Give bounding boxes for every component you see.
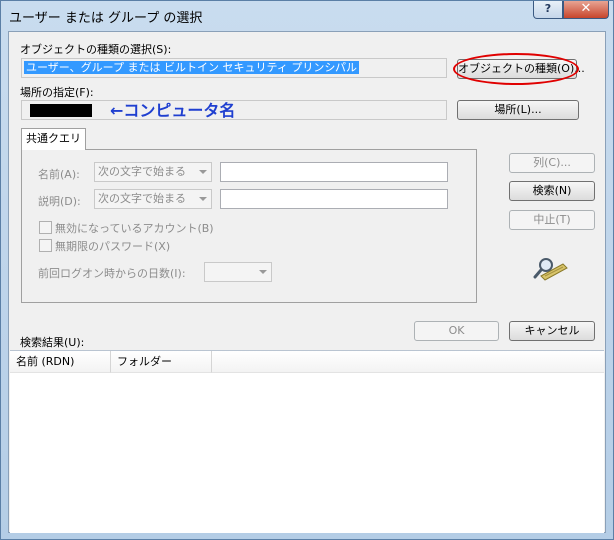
description-label: 説明(D): <box>38 195 81 208</box>
search-results-list[interactable]: 名前 (RDN) フォルダー <box>10 350 604 533</box>
disabled-accounts-checkbox[interactable] <box>39 221 52 234</box>
window-title: ユーザー または グループ の選択 <box>9 11 203 26</box>
name-input[interactable] <box>220 162 448 182</box>
object-types-field[interactable]: ユーザー、グループ または ビルトイン セキュリティ プリンシパル <box>21 58 447 78</box>
magnifier-search-icon <box>533 258 568 281</box>
description-input[interactable] <box>220 189 448 209</box>
search-results-label: 検索結果(U): <box>20 336 85 349</box>
chevron-down-icon <box>259 270 267 274</box>
common-queries-panel: 名前(A): 次の文字で始まる 説明(D): 次の文字で始まる 無効になっている… <box>21 149 477 303</box>
days-since-logon-select[interactable] <box>204 262 272 282</box>
object-types-label: オブジェクトの種類の選択(S): <box>20 43 172 56</box>
days-since-logon-label: 前回ログオン時からの日数(I): <box>38 267 186 280</box>
stop-button[interactable]: 中止(T) <box>509 210 595 230</box>
description-mode-value: 次の文字で始まる <box>98 192 186 205</box>
highlight-ellipse <box>453 53 579 85</box>
tab-common-queries[interactable]: 共通クエリ <box>21 128 86 150</box>
name-mode-select[interactable]: 次の文字で始まる <box>94 162 212 182</box>
computer-name-annotation: ←コンピュータ名 <box>110 101 236 120</box>
non-expiring-password-label: 無期限のパスワード(X) <box>55 240 171 253</box>
title-bar[interactable]: ユーザー または グループ の選択 ? ✕ <box>1 1 613 31</box>
locations-button[interactable]: 場所(L)... <box>457 100 579 120</box>
column-header-filler <box>212 351 604 373</box>
columns-button[interactable]: 列(C)... <box>509 153 595 173</box>
close-button[interactable]: ✕ <box>563 1 609 19</box>
cancel-button[interactable]: キャンセル <box>509 321 595 341</box>
description-mode-select[interactable]: 次の文字で始まる <box>94 189 212 209</box>
name-label: 名前(A): <box>38 168 80 181</box>
name-mode-value: 次の文字で始まる <box>98 165 186 178</box>
search-now-button[interactable]: 検索(N) <box>509 181 595 201</box>
ok-button[interactable]: OK <box>414 321 499 341</box>
object-types-value: ユーザー、グループ または ビルトイン セキュリティ プリンシパル <box>24 61 360 74</box>
chevron-down-icon <box>199 170 207 174</box>
select-users-groups-dialog: ユーザー または グループ の選択 ? ✕ オブジェクトの種類の選択(S): ユ… <box>0 0 614 540</box>
help-button[interactable]: ? <box>533 1 563 19</box>
column-header-name[interactable]: 名前 (RDN) <box>10 351 111 373</box>
dialog-body: オブジェクトの種類の選択(S): ユーザー、グループ または ビルトイン セキュ… <box>8 31 606 533</box>
non-expiring-password-checkbox[interactable] <box>39 239 52 252</box>
location-label: 場所の指定(F): <box>20 86 94 99</box>
location-field[interactable]: ←コンピュータ名 <box>21 100 447 120</box>
redacted-computer-name <box>30 104 92 117</box>
column-header-folder[interactable]: フォルダー <box>111 351 212 373</box>
chevron-down-icon <box>199 197 207 201</box>
disabled-accounts-label: 無効になっているアカウント(B) <box>55 222 214 235</box>
